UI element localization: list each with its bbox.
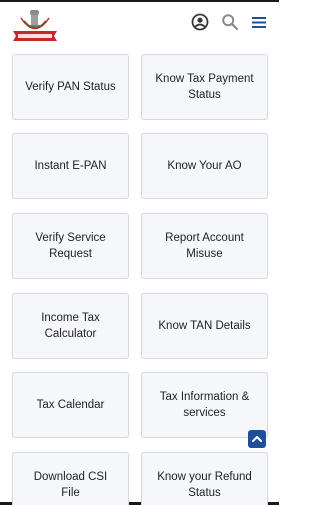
service-card-label: Tax Calendar: [36, 399, 105, 411]
chevron-up-icon: [252, 436, 262, 442]
app-frame: Verify PAN Status Know Tax Payment Statu…: [0, 0, 279, 505]
income-tax-department-logo[interactable]: [10, 7, 60, 43]
top-header: [0, 2, 279, 46]
service-card-report-account-misuse[interactable]: Report Account Misuse: [141, 213, 268, 279]
service-card-label: Income Tax Calculator: [41, 312, 100, 340]
service-card-tax-calendar[interactable]: Tax Calendar: [12, 372, 129, 438]
service-card-label: Instant E-PAN: [34, 160, 107, 172]
service-card-know-tax-payment-status[interactable]: Know Tax Payment Status: [141, 54, 268, 120]
service-card-instant-e-pan[interactable]: Instant E-PAN: [12, 133, 129, 199]
service-card-label: Download CSI File: [33, 471, 108, 499]
service-card-know-tan-details[interactable]: Know TAN Details: [141, 293, 268, 359]
service-card-verify-service-request[interactable]: Verify Service Request: [12, 213, 129, 279]
scroll-to-top-button[interactable]: [248, 430, 266, 448]
user-circle-icon[interactable]: [191, 13, 209, 31]
service-card-know-your-refund-status[interactable]: Know your Refund Status: [141, 452, 268, 505]
service-card-label: Report Account Misuse: [165, 232, 244, 260]
service-card-label: Verify Service Request: [35, 232, 106, 260]
search-icon[interactable]: [221, 13, 239, 31]
service-card-label: Verify PAN Status: [25, 81, 116, 93]
hamburger-menu-icon[interactable]: [250, 13, 268, 31]
service-card-income-tax-calculator[interactable]: Income Tax Calculator: [12, 293, 129, 359]
service-card-download-csi-file[interactable]: Download CSI File: [12, 452, 129, 505]
services-grid: Verify PAN Status Know Tax Payment Statu…: [0, 2, 279, 505]
service-card-label: Tax Information & services: [159, 391, 250, 419]
service-card-label: Know Tax Payment Status: [155, 73, 254, 101]
service-card-know-your-ao[interactable]: Know Your AO: [141, 133, 268, 199]
service-card-label: Know Your AO: [167, 160, 242, 172]
emblem-icon: [13, 10, 57, 41]
service-card-label: Know TAN Details: [158, 320, 251, 332]
service-card-tax-information-services[interactable]: Tax Information & services: [141, 372, 268, 438]
service-card-verify-pan-status[interactable]: Verify PAN Status: [12, 54, 129, 120]
service-card-label: Know your Refund Status: [157, 471, 252, 499]
